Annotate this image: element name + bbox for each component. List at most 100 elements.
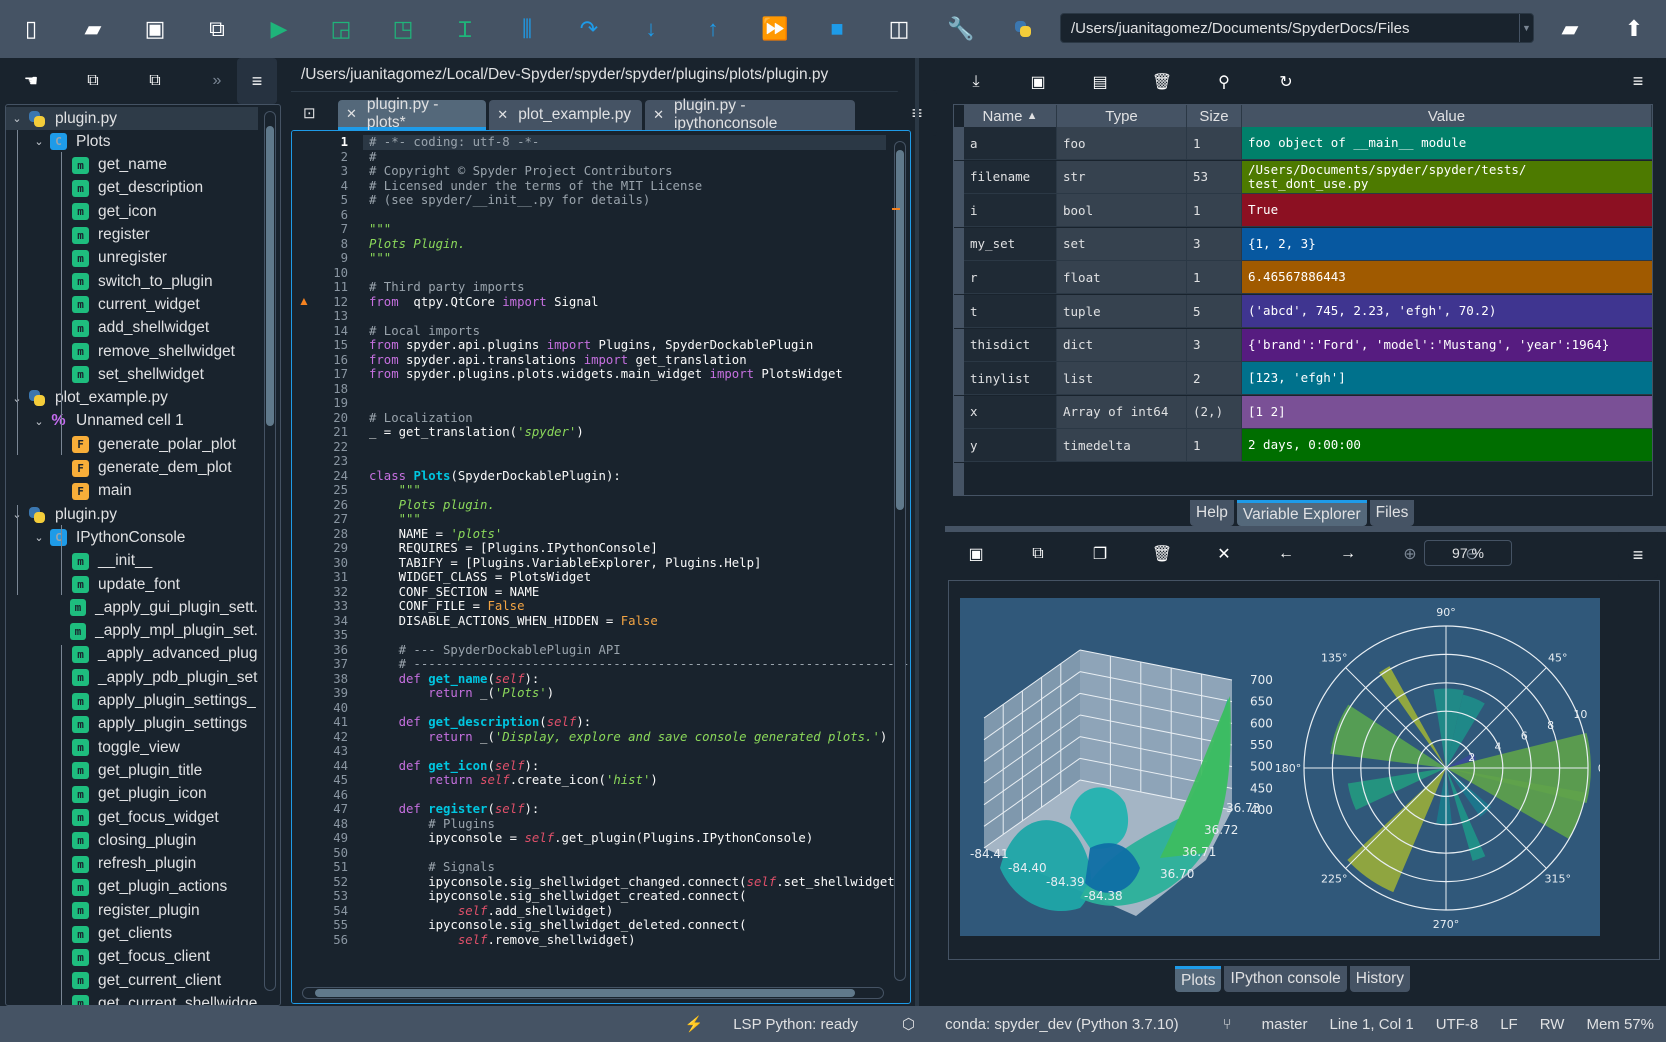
outline-item-method[interactable]: m _apply_pdb_plugin_set xyxy=(6,666,258,689)
outline-item-method[interactable]: m _apply_gui_plugin_sett. xyxy=(6,596,258,619)
run-icon[interactable]: ▶ xyxy=(248,0,310,58)
outline-item-method[interactable]: m toggle_view xyxy=(6,736,258,759)
outline-item-method[interactable]: m apply_plugin_settings xyxy=(6,713,258,736)
expand-all-icon[interactable]: ⧉ xyxy=(124,72,186,90)
working-directory-input[interactable]: /Users/juanitagomez/Documents/SpyderDocs… xyxy=(1060,13,1534,43)
outline-item-method[interactable]: m refresh_plugin xyxy=(6,853,258,876)
close-tab-icon[interactable]: ✕ xyxy=(346,106,357,122)
editor-hscroll-thumb[interactable] xyxy=(315,989,855,997)
save-icon[interactable]: ▣ xyxy=(124,0,186,58)
collapse-all-icon[interactable]: ⧉ xyxy=(62,72,124,90)
outline-item-cell[interactable]: ⌄% Unnamed cell 1 xyxy=(6,410,258,433)
lower-pane-tab[interactable]: History xyxy=(1349,966,1410,992)
search-icon[interactable]: ⚲ xyxy=(1193,72,1255,92)
row-header[interactable] xyxy=(954,127,964,160)
stop-icon[interactable]: ■ xyxy=(806,0,868,58)
run-cell-icon[interactable]: ◲ xyxy=(310,0,372,58)
outline-item-method[interactable]: m get_plugin_actions xyxy=(6,876,258,899)
outline-item-method[interactable]: m __init__ xyxy=(6,550,258,573)
next-plot-icon[interactable]: → xyxy=(1317,545,1379,563)
step-into-icon[interactable]: ↓ xyxy=(620,0,682,58)
outline-item-method[interactable]: m register_plugin xyxy=(6,899,258,922)
maximize-pane-icon[interactable]: ◫ xyxy=(868,0,930,58)
outline-item-method[interactable]: m remove_shellwidget xyxy=(6,340,258,363)
row-header[interactable] xyxy=(954,328,964,362)
upper-pane-tab[interactable]: Files xyxy=(1369,500,1415,526)
outline-item-method[interactable]: m switch_to_plugin xyxy=(6,270,258,293)
outline-item-method[interactable]: m apply_plugin_settings_ xyxy=(6,690,258,713)
outline-item-method[interactable]: m register xyxy=(6,224,258,247)
save-plot-icon[interactable]: ▣ xyxy=(945,544,1007,564)
variable-row[interactable]: thisdict dict 3 {'brand':'Ford', 'model':'M… xyxy=(954,328,1652,362)
lower-pane-tab[interactable]: IPython console xyxy=(1224,966,1347,992)
save-all-icon[interactable]: ⧉ xyxy=(186,0,248,58)
outline-scroll-thumb[interactable] xyxy=(266,126,274,426)
outline-vertical-scrollbar[interactable] xyxy=(264,111,276,991)
save-data-icon[interactable]: ▣ xyxy=(1007,72,1069,92)
go-to-cursor-icon[interactable]: ☚ xyxy=(0,71,62,91)
preferences-wrench-icon[interactable]: 🔧 xyxy=(930,0,992,58)
outline-item-file[interactable]: ⌄plugin.py xyxy=(6,503,258,526)
outline-item-method[interactable]: m get_icon xyxy=(6,200,258,223)
variable-row[interactable]: a foo 1 foo object of __main__ module xyxy=(954,127,1652,160)
outline-item-method[interactable]: m get_clients xyxy=(6,923,258,946)
variable-row[interactable]: filename str 53/Users/Documents/spyder/spy… xyxy=(954,160,1652,194)
editor-vertical-scrollbar[interactable] xyxy=(894,141,906,981)
outline-item-method[interactable]: m current_widget xyxy=(6,293,258,316)
outline-options-menu-icon[interactable]: ≡ xyxy=(237,58,277,104)
browse-tabs-icon[interactable]: ⊡ xyxy=(291,96,331,130)
row-header[interactable] xyxy=(954,295,964,328)
editor-horizontal-scrollbar[interactable] xyxy=(302,987,884,999)
lower-pane-tab[interactable]: Plots xyxy=(1175,966,1222,992)
outline-item-method[interactable]: m get_name xyxy=(6,154,258,177)
row-header[interactable] xyxy=(954,362,964,396)
row-header[interactable] xyxy=(954,160,964,194)
debug-icon[interactable]: ⫼ xyxy=(496,0,558,58)
outline-item-method[interactable]: m unregister xyxy=(6,247,258,270)
chevron-down-icon[interactable]: ⌄ xyxy=(28,135,50,148)
editor-scroll-thumb[interactable] xyxy=(896,150,904,510)
outline-item-method[interactable]: m add_shellwidget xyxy=(6,317,258,340)
close-tab-icon[interactable]: ✕ xyxy=(653,107,664,123)
save-all-plots-icon[interactable]: ⧉ xyxy=(1007,545,1069,563)
open-file-icon[interactable]: ▰ xyxy=(62,0,124,58)
outline-item-method[interactable]: m get_current_shellwidge xyxy=(6,992,258,1005)
outline-item-function[interactable]: Fgenerate_polar_plot xyxy=(6,433,258,456)
plot-zoom-input[interactable]: 97 % xyxy=(1424,540,1512,566)
outline-item-function[interactable]: Fgenerate_dem_plot xyxy=(6,457,258,480)
outline-item-method[interactable]: m get_plugin_icon xyxy=(6,783,258,806)
variable-row[interactable]: r float 1 6.46567886443 xyxy=(954,261,1652,295)
code-area[interactable]: # -*- coding: utf-8 -*- # # Copyright © Sp… xyxy=(362,131,910,981)
remove-all-plots-icon[interactable]: ✕ xyxy=(1193,544,1255,564)
variable-row[interactable]: my_set set 3 {1, 2, 3} xyxy=(954,227,1652,261)
outline-item-method[interactable]: m set_shellwidget xyxy=(6,363,258,386)
outline-item-method[interactable]: m closing_plugin xyxy=(6,829,258,852)
code-editor[interactable]: 1 2 3 4 5 6 7 8 9 10 11 12 ▲ 13 14 15 16 17 18 19 20 21 22 23 24… xyxy=(291,130,911,1004)
outline-item-function[interactable]: Fmain xyxy=(6,480,258,503)
variable-explorer-options-menu-icon[interactable]: ≡ xyxy=(1618,58,1658,104)
column-header-value[interactable]: Value xyxy=(1242,105,1652,127)
variable-row[interactable]: x Array of int64 (2,) [1 2] xyxy=(954,395,1652,429)
row-header[interactable] xyxy=(954,429,964,463)
outline-item-method[interactable]: m get_description xyxy=(6,177,258,200)
browse-folder-icon[interactable]: ▰ xyxy=(1540,0,1600,58)
editor-tab[interactable]: ✕ plot_example.py xyxy=(489,100,643,130)
run-cell-advance-icon[interactable]: ◳ xyxy=(372,0,434,58)
outline-item-method[interactable]: m get_focus_client xyxy=(6,946,258,969)
variable-row[interactable]: t tuple 5 ('abcd', 745, 2.23, 'efgh', 70.2) xyxy=(954,295,1652,328)
outline-item-method[interactable]: m _apply_advanced_plug xyxy=(6,643,258,666)
row-header[interactable] xyxy=(954,194,964,228)
working-directory-dropdown-icon[interactable]: ▼ xyxy=(1519,14,1533,42)
save-data-as-icon[interactable]: ▤ xyxy=(1069,72,1131,92)
chevron-down-icon[interactable]: ⌄ xyxy=(28,531,50,544)
python-path-manager-icon[interactable] xyxy=(992,0,1054,58)
outline-item-method[interactable]: m get_focus_widget xyxy=(6,806,258,829)
refresh-icon[interactable]: ↻ xyxy=(1255,72,1317,92)
column-header-size[interactable]: Size xyxy=(1187,105,1242,127)
row-header[interactable] xyxy=(954,227,964,261)
outline-item-class[interactable]: ⌄ C Plots xyxy=(6,130,258,153)
plots-options-menu-icon[interactable]: ≡ xyxy=(1618,532,1658,578)
outline-item-file[interactable]: ⌄plot_example.py xyxy=(6,387,258,410)
copy-plot-icon[interactable]: ❐ xyxy=(1069,544,1131,564)
outline-item-method[interactable]: m update_font xyxy=(6,573,258,596)
